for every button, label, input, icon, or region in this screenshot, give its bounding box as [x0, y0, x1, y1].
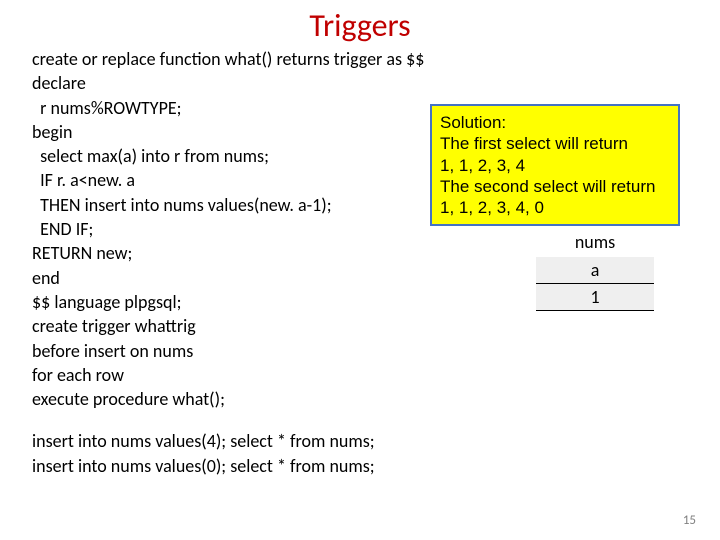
slide-title: Triggers: [32, 6, 688, 45]
insert-statements: insert into nums values(4); select * fro…: [32, 429, 688, 478]
nums-cell: 1: [536, 284, 654, 311]
table-row: 1: [536, 284, 654, 311]
solution-box: Solution: The first select will return 1…: [430, 104, 680, 226]
solution-values-2: 1, 1, 2, 3, 4, 0: [440, 197, 670, 218]
nums-table: a 1: [536, 257, 654, 311]
code-block: create or replace function what() return…: [32, 47, 688, 411]
solution-line-1: The first select will return: [440, 133, 670, 154]
page-number: 15: [683, 513, 696, 528]
nums-table-block: nums a 1: [536, 231, 654, 311]
table-row: a: [536, 257, 654, 284]
nums-col-header: a: [536, 257, 654, 284]
solution-heading: Solution:: [440, 112, 670, 133]
nums-label: nums: [536, 231, 654, 253]
solution-line-2: The second select will return: [440, 176, 670, 197]
solution-values-1: 1, 1, 2, 3, 4: [440, 155, 670, 176]
slide: Triggers create or replace function what…: [0, 6, 720, 540]
